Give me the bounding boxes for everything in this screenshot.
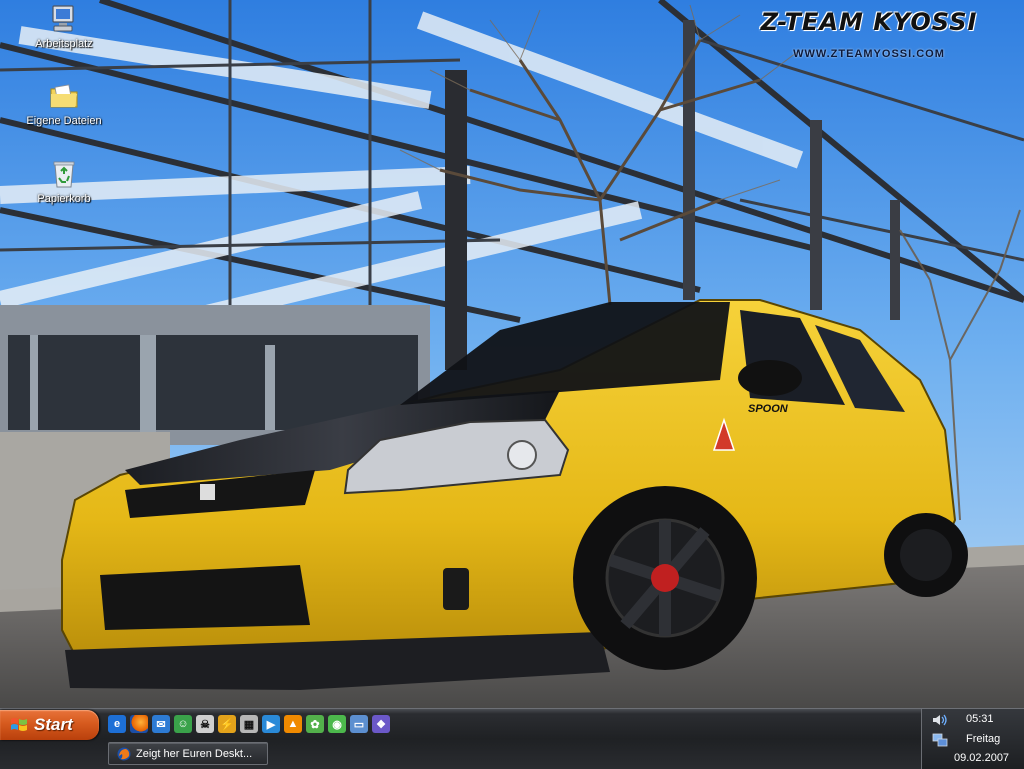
messenger-icon[interactable]: ☺ [174, 715, 192, 733]
clock-date: 09.02.2007 [954, 752, 1010, 764]
brand-logo: Z-TEAM KYOSSI [760, 8, 978, 36]
network-icon[interactable] [932, 733, 948, 747]
start-label: Start [34, 715, 73, 734]
start-button[interactable]: Start [0, 710, 99, 740]
green-app-icon[interactable]: ◉ [328, 715, 346, 733]
desktop-wallpaper: SPOON Z-TEAM KYOSSI WWW.ZTEAMYOSSI.COM [0, 0, 1024, 708]
desktop-icon-papierkorb[interactable]: Papierkorb [22, 158, 106, 205]
desktop-icon-eigene-dateien[interactable]: Eigene Dateien [22, 80, 106, 127]
volume-icon[interactable] [932, 713, 948, 727]
show-desktop-icon[interactable]: ▭ [350, 715, 368, 733]
firefox-icon[interactable] [130, 715, 148, 733]
recycle-bin-icon [48, 158, 80, 190]
car-badge-sticker: SPOON [748, 403, 788, 415]
my-documents-folder-icon [48, 80, 80, 112]
winamp-icon[interactable]: ⚡ [218, 715, 236, 733]
outlook-express-icon[interactable]: ✉ [152, 715, 170, 733]
internet-explorer-icon[interactable]: e [108, 715, 126, 733]
system-tray: 05:31 Freitag 09.02.2007 [921, 709, 1024, 769]
my-computer-icon [48, 3, 80, 35]
quick-launch-toolbar: e ✉ ☺ ☠ ⚡ ▦ ▶ ▲ ✿ ◉ ▭ ❖ [108, 715, 390, 733]
desktop-icon-label: Eigene Dateien [26, 115, 102, 127]
wallpaper-brand: Z-TEAM KYOSSI WWW.ZTEAMYOSSI.COM [724, 8, 1014, 60]
calculator-icon[interactable]: ▦ [240, 715, 258, 733]
taskbar-window-title: Zeigt her Euren Deskt... [136, 747, 253, 760]
taskbar-window-button[interactable]: Zeigt her Euren Deskt... [108, 742, 268, 765]
desktop-icon-label: Arbeitsplatz [35, 38, 93, 50]
firefox-icon [117, 747, 131, 760]
switch-windows-icon[interactable]: ❖ [372, 715, 390, 733]
desktop-icon-arbeitsplatz[interactable]: Arbeitsplatz [22, 3, 106, 50]
brand-url: WWW.ZTEAMYOSSI.COM [793, 48, 945, 60]
desktop-icon-label: Papierkorb [37, 193, 91, 205]
wallpaper-photo [0, 0, 1024, 708]
skull-app-icon[interactable]: ☠ [196, 715, 214, 733]
taskbar: Start e ✉ ☺ ☠ ⚡ ▦ ▶ ▲ ✿ ◉ ▭ ❖ Zeigt her … [0, 708, 1024, 769]
icq-icon[interactable]: ✿ [306, 715, 324, 733]
clock-time[interactable]: 05:31 [966, 713, 994, 725]
media-player-icon[interactable]: ▶ [262, 715, 280, 733]
clock-day: Freitag [966, 733, 1001, 745]
vlc-icon[interactable]: ▲ [284, 715, 302, 733]
windows-logo-icon [11, 718, 27, 731]
